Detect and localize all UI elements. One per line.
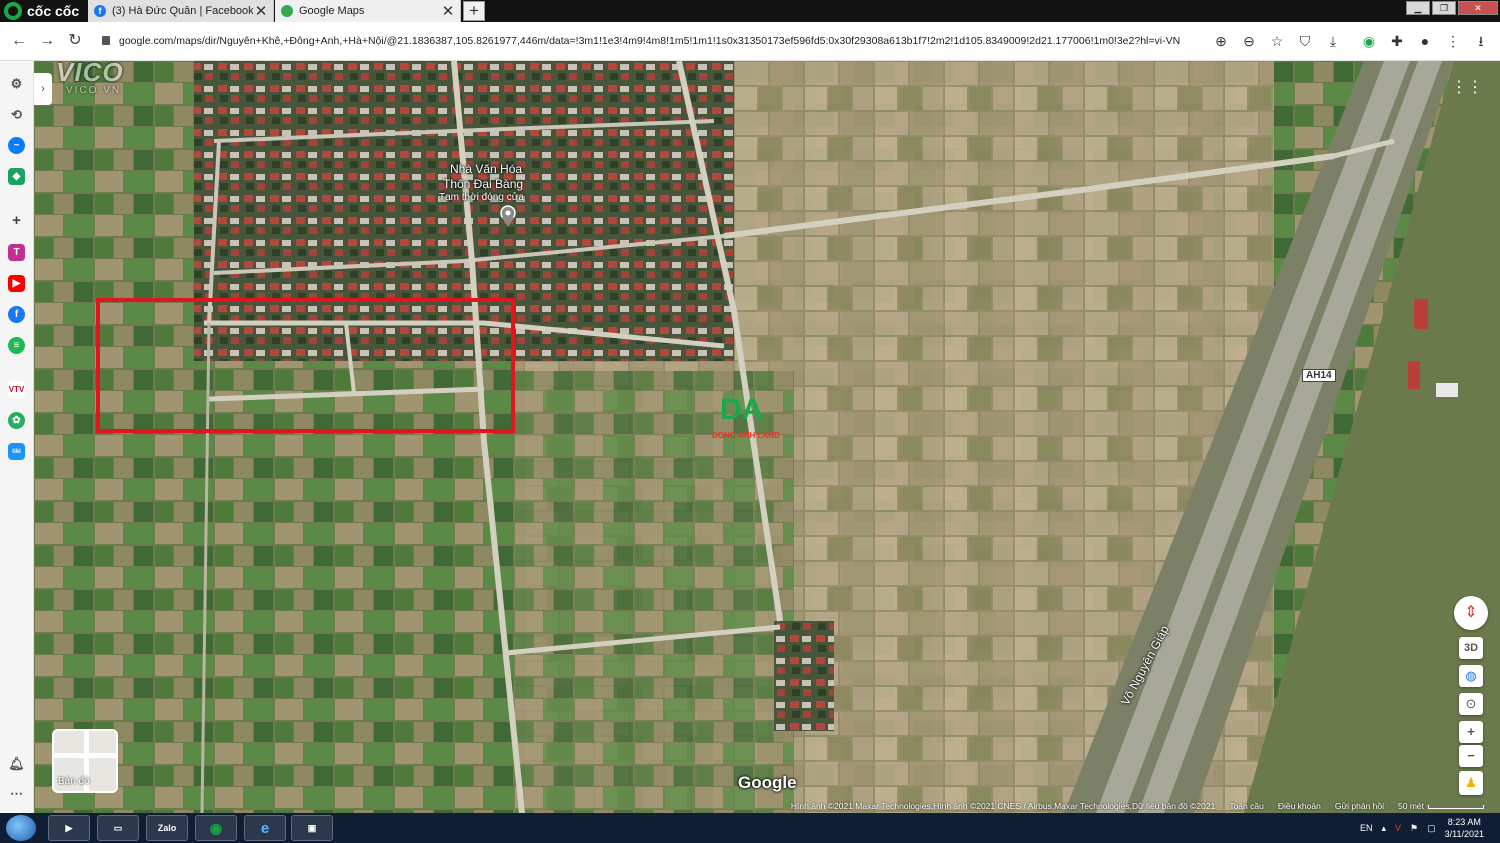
window-controls: ▁ ❐ ✕: [1406, 1, 1498, 15]
layer-label: Bản đồ: [58, 776, 90, 787]
tab-strip: cốc cốc f (3) Hà Đức Quân | Facebook ✕ G…: [0, 0, 1500, 22]
dong-anh-logo-letters: DA: [720, 393, 764, 426]
reload-icon[interactable]: ↻: [64, 30, 86, 52]
file-explorer-icon[interactable]: ▭: [97, 815, 139, 841]
system-tray: EN ▴ V ⚑ ▢ 8:23 AM 3/11/2021: [1360, 813, 1484, 843]
settings-gear-icon[interactable]: ⚙: [8, 75, 25, 92]
vtv-icon[interactable]: VTV: [8, 381, 25, 398]
scale-bar: [1428, 804, 1484, 809]
minimize-icon[interactable]: ▁: [1406, 1, 1430, 15]
close-window-icon[interactable]: ✕: [1458, 1, 1498, 15]
dong-anh-logo-text: DONG ANH LAND: [712, 431, 780, 440]
coc-coc-extension-icon[interactable]: ◉: [1360, 30, 1378, 52]
notification-bell-icon[interactable]: 🔔︎: [8, 755, 25, 772]
collapse-panel-button[interactable]: ›: [34, 73, 52, 105]
chat-extension-icon[interactable]: ✿: [8, 412, 25, 429]
tab-facebook[interactable]: f (3) Hà Đức Quân | Facebook ✕: [88, 0, 274, 22]
more-dots-icon[interactable]: ⋯: [8, 785, 25, 802]
zoom-icon[interactable]: ⊖: [1240, 30, 1258, 52]
attribution-text: Hình ảnh ©2021 Maxar Technologies,Hình ả…: [790, 801, 1216, 811]
youtube-icon[interactable]: ▶: [8, 275, 25, 292]
compass-icon[interactable]: ⇕: [1454, 596, 1488, 630]
clock-date: 3/11/2021: [1444, 829, 1484, 839]
link-global[interactable]: Toàn cầu: [1229, 801, 1264, 811]
google-maps-pin-icon: [281, 5, 293, 17]
coc-coc-logo-icon: [4, 2, 22, 20]
start-windows-icon[interactable]: [6, 815, 36, 841]
apps-grid-button[interactable]: [1450, 73, 1482, 97]
scale-indicator[interactable]: 50 mét: [1398, 801, 1484, 811]
tab-google-maps[interactable]: Google Maps ✕: [275, 0, 461, 22]
browser-sidebar: ⚙ ⟲ ~ ◆ + T ▶ f ≡ VTV ✿ tiki 🔔︎ ⋯: [0, 61, 34, 813]
puzzle-extensions-icon[interactable]: ✚: [1388, 30, 1406, 52]
zoom-out-button[interactable]: −: [1459, 745, 1483, 767]
clock[interactable]: 8:23 AM 3/11/2021: [1445, 816, 1484, 840]
zalo-label: Zalo: [157, 823, 177, 833]
scale-label: 50 mét: [1398, 801, 1424, 811]
game-controller-icon[interactable]: ◆: [8, 168, 25, 185]
media-player-icon[interactable]: ▶: [48, 815, 90, 841]
bookmark-star-icon[interactable]: ☆: [1268, 30, 1286, 52]
url-text: google.com/maps/dir/Nguyên+Khê,+Đông+Anh…: [119, 35, 1181, 47]
poi-name-line1[interactable]: Nhà Văn Hóa: [450, 162, 522, 176]
vietkey-icon[interactable]: V: [1395, 823, 1401, 833]
forward-arrow-icon[interactable]: →: [36, 30, 58, 52]
history-icon[interactable]: ⟲: [8, 106, 25, 123]
address-toolbar: ← → ↻ google.com/maps/dir/Nguyên+Khê,+Đô…: [0, 22, 1500, 61]
download-icon[interactable]: ⤓: [1324, 30, 1342, 52]
network-icon[interactable]: ▢: [1427, 823, 1436, 834]
toolbar-icons: ⊕ ⊖ ☆ ⛉ ⤓ ◉ ✚ ● ⋮ ⭳: [1212, 30, 1490, 52]
facebook-sidebar-icon[interactable]: f: [8, 306, 25, 323]
lock-icon: [102, 36, 110, 45]
language-indicator[interactable]: EN: [1360, 823, 1373, 833]
attribution-bar: Hình ảnh ©2021 Maxar Technologies,Hình ả…: [791, 801, 1484, 811]
thumb-road-horizontal: [54, 753, 116, 758]
flag-icon[interactable]: ⚑: [1410, 823, 1418, 834]
tab-label: Google Maps: [299, 5, 365, 17]
tab-label: (3) Hà Đức Quân | Facebook: [112, 5, 253, 17]
facebook-icon: f: [94, 5, 106, 17]
zalo-taskbar-button[interactable]: Zalo: [146, 815, 188, 841]
tray-expand-icon[interactable]: ▴: [1381, 823, 1386, 834]
close-tab-button[interactable]: ✕: [253, 2, 269, 20]
add-icon[interactable]: ⊕: [1212, 30, 1230, 52]
watermark-subtext: VICO.VN: [66, 85, 122, 96]
google-logo: Google: [738, 773, 797, 792]
zoom-in-button[interactable]: +: [1459, 721, 1483, 743]
coc-coc-taskbar-icon[interactable]: ◉: [195, 815, 237, 841]
profile-avatar-icon[interactable]: ●: [1416, 30, 1434, 52]
browser-brand[interactable]: cốc cốc: [4, 1, 84, 21]
tilt-3d-button[interactable]: 3D: [1459, 637, 1483, 659]
window-app-icon[interactable]: ▣: [291, 815, 333, 841]
internet-explorer-icon[interactable]: e: [244, 815, 286, 841]
globe-icon[interactable]: ◍: [1459, 665, 1483, 687]
menu-dots-icon[interactable]: ⋮: [1444, 30, 1462, 52]
brand-label: cốc cốc: [27, 3, 80, 19]
shield-icon[interactable]: ⛉: [1296, 30, 1314, 52]
restore-icon[interactable]: ❐: [1432, 1, 1456, 15]
map-canvas[interactable]: › VICO VICO.VN Nhà Văn Hóa Thôn Đại Bàng…: [34, 61, 1500, 813]
clock-time: 8:23 AM: [1447, 817, 1481, 827]
add-sidebar-item-icon[interactable]: +: [8, 212, 25, 229]
watermark-logo: VICO: [56, 61, 124, 87]
back-arrow-icon[interactable]: ←: [8, 30, 30, 52]
address-bar[interactable]: google.com/maps/dir/Nguyên+Khê,+Đông+Anh…: [102, 30, 1236, 52]
link-terms[interactable]: Điều khoản: [1278, 801, 1321, 811]
screen: cốc cốc f (3) Hà Đức Quân | Facebook ✕ G…: [0, 0, 1500, 843]
taskbar: ▶ ▭ Zalo ◉ e ▣ EN ▴ V ⚑ ▢ 8:23 AM 3/11/2…: [0, 813, 1500, 843]
messenger-icon[interactable]: ~: [8, 137, 25, 154]
poi-name-line2[interactable]: Thôn Đại Bàng: [443, 177, 523, 191]
close-tab-button[interactable]: ✕: [440, 2, 456, 20]
tiki-t-icon[interactable]: T: [8, 244, 25, 261]
new-tab-button[interactable]: +: [463, 1, 485, 21]
poi-status: Tạm thời đóng cửa: [439, 192, 524, 203]
spotify-icon[interactable]: ≡: [8, 337, 25, 354]
my-location-icon[interactable]: ⊙: [1459, 693, 1483, 715]
road-shield-ah14: AH14: [1302, 369, 1336, 382]
pegman-icon[interactable]: ♟: [1459, 771, 1483, 795]
layer-toggle[interactable]: Bản đồ: [52, 729, 118, 793]
tiki-sale-icon[interactable]: tiki: [8, 443, 25, 460]
link-feedback[interactable]: Gửi phản hồi: [1335, 801, 1384, 811]
downloads-icon[interactable]: ⭳: [1472, 30, 1490, 52]
